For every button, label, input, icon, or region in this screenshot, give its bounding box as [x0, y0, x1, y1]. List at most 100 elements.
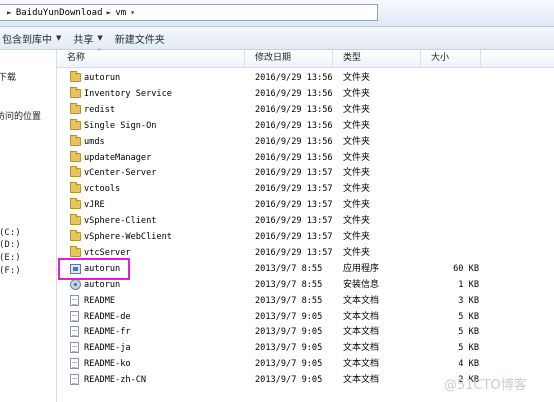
file-type: 安装信息	[343, 279, 380, 290]
file-size	[427, 134, 479, 150]
file-size	[427, 213, 479, 229]
share-button[interactable]: 共享 ▼	[67, 28, 108, 48]
file-row[interactable]: autorun 2013/9/7 8:55 应用程序 60 KB	[57, 261, 554, 277]
nav-item-drive-c[interactable]: (C:)	[0, 228, 21, 238]
text-document-icon	[70, 326, 81, 338]
file-row[interactable]: vSphere-Client 2016/9/29 13:57 文件夹	[57, 213, 554, 229]
file-modified-date: 2013/9/7 8:55	[255, 263, 323, 274]
breadcrumb-dropdown-icon[interactable]: ▾	[130, 8, 135, 17]
file-row[interactable]: updateManager 2016/9/29 13:56 文件夹	[57, 150, 554, 166]
file-modified-date: 2016/9/29 13:57	[255, 247, 333, 258]
file-modified-date: 2013/9/7 9:05	[255, 343, 323, 354]
folder-icon	[70, 214, 81, 226]
folder-icon	[70, 134, 81, 147]
file-row[interactable]: autorun 2013/9/7 8:55 安装信息 1 KB	[57, 277, 554, 293]
file-name: README	[84, 295, 116, 306]
file-modified-date: 2016/9/29 13:57	[255, 168, 333, 179]
column-header-name[interactable]: 名称	[57, 50, 245, 67]
file-modified-date: 2016/9/29 13:57	[255, 184, 333, 195]
breadcrumb-segment-vm[interactable]: vm	[115, 8, 126, 18]
file-modified-date: 2016/9/29 13:56	[255, 136, 333, 147]
new-folder-button[interactable]: 新建文件夹	[109, 28, 171, 48]
file-row[interactable]: README-fr 2013/9/7 9:05 文本文档 5 KB	[57, 324, 554, 340]
file-row[interactable]: README-ko 2013/9/7 9:05 文本文档 4 KB	[57, 356, 554, 372]
include-in-library-button[interactable]: 包含到库中 ▼	[0, 28, 67, 48]
file-row[interactable]: vtcServer 2016/9/29 13:57 文件夹	[57, 245, 554, 261]
file-type: 文件夹	[343, 88, 371, 99]
file-type: 应用程序	[343, 263, 380, 274]
file-row[interactable]: autorun 2016/9/29 13:56 文件夹	[57, 70, 554, 86]
file-type: 文件夹	[343, 104, 371, 115]
nav-item-drive-f[interactable]: (F:)	[0, 266, 21, 276]
file-row[interactable]: Inventory Service 2016/9/29 13:56 文件夹	[57, 86, 554, 102]
column-header-date[interactable]: 修改日期	[245, 50, 333, 67]
file-name: README-ja	[84, 343, 131, 354]
folder-icon	[70, 245, 81, 258]
nav-item-downloads[interactable]: 下载	[0, 70, 16, 83]
column-header-row: ^ 名称 修改日期 类型 大小	[57, 48, 554, 68]
file-size: 5 KB	[458, 311, 479, 322]
file-name: vCenter-Server	[84, 168, 157, 179]
file-modified-date: 2013/9/7 9:05	[255, 375, 323, 386]
file-type: 文件夹	[343, 168, 371, 179]
file-type: 文件夹	[343, 136, 371, 147]
file-name: README-zh-CN	[84, 375, 147, 386]
file-size: 5 KB	[458, 327, 479, 338]
file-name: vJRE	[84, 200, 105, 211]
nav-item-drive-e[interactable]: (E:)	[0, 253, 21, 263]
file-type: 文本文档	[343, 311, 380, 322]
folder-icon	[70, 230, 81, 242]
file-type: 文本文档	[343, 343, 380, 354]
file-row[interactable]: README 2013/9/7 8:55 文本文档 3 KB	[57, 293, 554, 309]
file-name: README-de	[84, 311, 131, 322]
file-row[interactable]: vJRE 2016/9/29 13:57 文件夹	[57, 197, 554, 213]
file-type: 文件夹	[343, 152, 371, 163]
breadcrumb-segment-baiduyundownload[interactable]: BaiduYunDownload	[16, 8, 103, 18]
text-document-icon	[70, 294, 81, 306]
file-type: 文本文档	[343, 295, 380, 306]
file-size	[427, 245, 479, 261]
file-row[interactable]: vctools 2016/9/29 13:57 文件夹	[57, 181, 554, 197]
file-modified-date: 2016/9/29 13:57	[255, 216, 333, 227]
nav-item-recent-places[interactable]: 访问的位置	[0, 109, 41, 122]
column-header-type[interactable]: 类型	[333, 50, 421, 67]
new-folder-label: 新建文件夹	[114, 34, 165, 46]
file-name: redist	[84, 104, 116, 115]
file-row[interactable]: vSphere-WebClient 2016/9/29 13:57 文件夹	[57, 229, 554, 245]
file-size: 4 KB	[458, 359, 479, 370]
file-row[interactable]: umds 2016/9/29 13:56 文件夹	[57, 134, 554, 150]
file-type: 文件夹	[343, 232, 371, 242]
file-type: 文件夹	[343, 200, 371, 211]
breadcrumb-separator-icon: ►	[7, 8, 12, 17]
text-document-icon	[70, 358, 81, 370]
file-row[interactable]: vCenter-Server 2016/9/29 13:57 文件夹	[57, 165, 554, 181]
file-modified-date: 2016/9/29 13:56	[255, 88, 333, 99]
text-document-icon	[70, 342, 81, 354]
text-document-icon	[70, 374, 81, 386]
file-name: README-fr	[84, 327, 131, 338]
file-type: 文本文档	[343, 375, 380, 386]
file-row[interactable]: README-de 2013/9/7 9:05 文本文档 5 KB	[57, 309, 554, 325]
file-modified-date: 2016/9/29 13:56	[255, 152, 333, 163]
file-row[interactable]: redist 2016/9/29 13:56 文件夹	[57, 102, 554, 118]
nav-item-drive-d[interactable]: (D:)	[0, 240, 21, 250]
file-modified-date: 2013/9/7 8:55	[255, 279, 323, 290]
file-name: vSphere-WebClient	[84, 232, 172, 242]
file-row[interactable]: Single Sign-On 2016/9/29 13:56 文件夹	[57, 118, 554, 134]
chevron-down-icon: ▼	[56, 34, 62, 42]
file-type: 文本文档	[343, 359, 380, 370]
breadcrumb-separator-icon: ►	[106, 8, 112, 17]
file-modified-date: 2013/9/7 9:05	[255, 359, 323, 370]
file-size	[427, 229, 479, 245]
file-name: vtcServer	[84, 247, 131, 258]
folder-icon	[70, 166, 81, 178]
file-size: 5 KB	[458, 343, 479, 354]
address-bar[interactable]: ► BaiduYunDownload ► vm ▾	[0, 4, 378, 21]
command-toolbar: 包含到库中 ▼ 共享 ▼ 新建文件夹	[0, 27, 554, 50]
file-row[interactable]: README-ja 2013/9/7 9:05 文本文档 5 KB	[57, 340, 554, 356]
file-type: 文件夹	[343, 184, 371, 195]
text-document-icon	[70, 310, 81, 322]
file-type: 文件夹	[343, 247, 371, 258]
column-header-size[interactable]: 大小	[421, 50, 481, 67]
file-name: Inventory Service	[84, 88, 172, 99]
